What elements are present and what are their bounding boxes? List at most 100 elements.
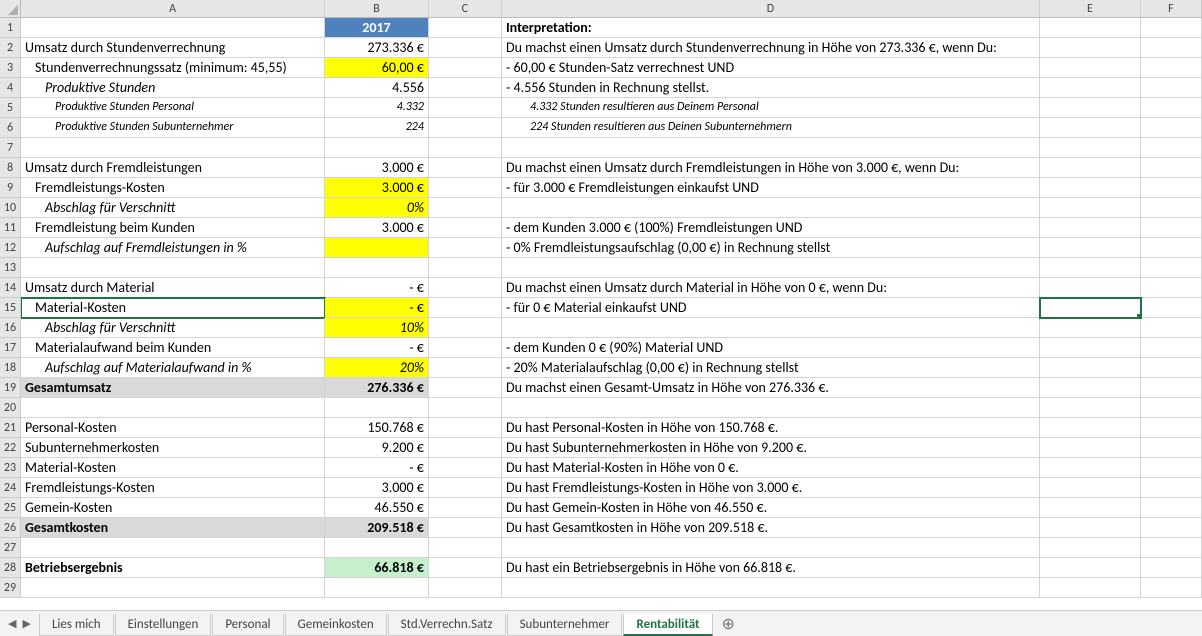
cell-A8[interactable]: Umsatz durch Fremdleistungen bbox=[21, 158, 325, 178]
cell-B14[interactable]: - € bbox=[325, 278, 429, 298]
cell-F9[interactable] bbox=[1141, 178, 1202, 198]
cell-F20[interactable] bbox=[1141, 398, 1202, 418]
cell-B8[interactable]: 3.000 € bbox=[325, 158, 429, 178]
cell-D8[interactable]: Du machst einen Umsatz durch Fremdleistu… bbox=[502, 158, 1040, 178]
cell-C4[interactable] bbox=[429, 78, 502, 98]
cell-B4[interactable]: 4.556 bbox=[325, 78, 429, 98]
cell-F21[interactable] bbox=[1141, 418, 1202, 438]
cell-C28[interactable] bbox=[429, 558, 502, 578]
cell-A23[interactable]: Material-Kosten bbox=[21, 458, 325, 478]
cell-D10[interactable] bbox=[502, 198, 1040, 218]
cell-F11[interactable] bbox=[1141, 218, 1202, 238]
cell-D17[interactable]: - dem Kunden 0 € (90%) Material UND bbox=[502, 338, 1040, 358]
cell-B12[interactable] bbox=[325, 238, 429, 258]
cell-E7[interactable] bbox=[1040, 138, 1141, 158]
cell-E9[interactable] bbox=[1040, 178, 1141, 198]
cell-D2[interactable]: Du machst einen Umsatz durch Stundenverr… bbox=[502, 38, 1040, 58]
cell-D13[interactable] bbox=[502, 258, 1040, 278]
cell-A16[interactable]: Abschlag für Verschnitt bbox=[21, 318, 325, 338]
cell-D21[interactable]: Du hast Personal-Kosten in Höhe von 150.… bbox=[502, 418, 1040, 438]
cell-F29[interactable] bbox=[1141, 578, 1202, 598]
cell-C5[interactable] bbox=[429, 98, 502, 118]
cell-E6[interactable] bbox=[1040, 118, 1141, 138]
cell-A25[interactable]: Gemein-Kosten bbox=[21, 498, 325, 518]
row-header-17[interactable]: 17 bbox=[0, 338, 21, 358]
cell-B16[interactable]: 10% bbox=[325, 318, 429, 338]
row-header-20[interactable]: 20 bbox=[0, 398, 21, 418]
cell-A15[interactable]: Material-Kosten bbox=[21, 298, 325, 318]
cell-B9[interactable]: 3.000 € bbox=[325, 178, 429, 198]
cell-B26[interactable]: 209.518 € bbox=[325, 518, 429, 538]
row-header-4[interactable]: 4 bbox=[0, 78, 21, 98]
cell-A22[interactable]: Subunternehmerkosten bbox=[21, 438, 325, 458]
row-header-26[interactable]: 26 bbox=[0, 518, 21, 538]
cell-D12[interactable]: - 0% Fremdleistungsaufschlag (0,00 €) in… bbox=[502, 238, 1040, 258]
cell-A27[interactable] bbox=[21, 538, 325, 558]
cell-F14[interactable] bbox=[1141, 278, 1202, 298]
row-header-9[interactable]: 9 bbox=[0, 178, 21, 198]
cell-B10[interactable]: 0% bbox=[325, 198, 429, 218]
cell-C3[interactable] bbox=[429, 58, 502, 78]
cell-E23[interactable] bbox=[1040, 458, 1141, 478]
cell-E19[interactable] bbox=[1040, 378, 1141, 398]
cell-E1[interactable] bbox=[1040, 18, 1141, 38]
cell-A1[interactable] bbox=[21, 18, 325, 38]
cell-A2[interactable]: Umsatz durch Stundenverrechnung bbox=[21, 38, 325, 58]
cell-B28[interactable]: 66.818 € bbox=[325, 558, 429, 578]
cell-F18[interactable] bbox=[1141, 358, 1202, 378]
cell-D18[interactable]: - 20% Materialaufschlag (0,00 €) in Rech… bbox=[502, 358, 1040, 378]
cell-A21[interactable]: Personal-Kosten bbox=[21, 418, 325, 438]
cell-B17[interactable]: - € bbox=[325, 338, 429, 358]
column-header-e[interactable]: E bbox=[1040, 0, 1141, 18]
column-header-f[interactable]: F bbox=[1141, 0, 1202, 18]
sheet-tab-gemeinkosten[interactable]: Gemeinkosten bbox=[285, 614, 387, 636]
cell-B29[interactable] bbox=[325, 578, 429, 598]
cell-B25[interactable]: 46.550 € bbox=[325, 498, 429, 518]
cell-F26[interactable] bbox=[1141, 518, 1202, 538]
row-header-1[interactable]: 1 bbox=[0, 18, 21, 38]
sheet-tab-einstellungen[interactable]: Einstellungen bbox=[115, 614, 212, 636]
cell-E4[interactable] bbox=[1040, 78, 1141, 98]
cell-A18[interactable]: Aufschlag auf Materialaufwand in % bbox=[21, 358, 325, 378]
row-header-18[interactable]: 18 bbox=[0, 358, 21, 378]
cell-F7[interactable] bbox=[1141, 138, 1202, 158]
cell-B2[interactable]: 273.336 € bbox=[325, 38, 429, 58]
cell-D16[interactable] bbox=[502, 318, 1040, 338]
cell-E8[interactable] bbox=[1040, 158, 1141, 178]
cell-C22[interactable] bbox=[429, 438, 502, 458]
cell-F1[interactable] bbox=[1141, 18, 1202, 38]
cell-D1[interactable]: Interpretation: bbox=[502, 18, 1040, 38]
cell-F19[interactable] bbox=[1141, 378, 1202, 398]
cell-C14[interactable] bbox=[429, 278, 502, 298]
cell-E11[interactable] bbox=[1040, 218, 1141, 238]
cell-E18[interactable] bbox=[1040, 358, 1141, 378]
column-header-d[interactable]: D bbox=[502, 0, 1040, 18]
row-header-25[interactable]: 25 bbox=[0, 498, 21, 518]
sheet-tab-subunternehmer[interactable]: Subunternehmer bbox=[507, 614, 623, 636]
row-header-16[interactable]: 16 bbox=[0, 318, 21, 338]
cell-C29[interactable] bbox=[429, 578, 502, 598]
cell-A3[interactable]: Stundenverrechnungssatz (minimum: 45,55) bbox=[21, 58, 325, 78]
cell-C15[interactable] bbox=[429, 298, 502, 318]
row-header-13[interactable]: 13 bbox=[0, 258, 21, 278]
cell-D7[interactable] bbox=[502, 138, 1040, 158]
cell-E25[interactable] bbox=[1040, 498, 1141, 518]
sheet-tab-rentabilit-t[interactable]: Rentabilität bbox=[623, 614, 712, 636]
cell-B18[interactable]: 20% bbox=[325, 358, 429, 378]
row-header-5[interactable]: 5 bbox=[0, 98, 21, 118]
cell-E24[interactable] bbox=[1040, 478, 1141, 498]
cell-B7[interactable] bbox=[325, 138, 429, 158]
cell-B20[interactable] bbox=[325, 398, 429, 418]
cell-E12[interactable] bbox=[1040, 238, 1141, 258]
cell-E28[interactable] bbox=[1040, 558, 1141, 578]
cell-A17[interactable]: Materialaufwand beim Kunden bbox=[21, 338, 325, 358]
cell-B6[interactable]: 224 bbox=[325, 118, 429, 138]
cell-F27[interactable] bbox=[1141, 538, 1202, 558]
row-header-8[interactable]: 8 bbox=[0, 158, 21, 178]
cell-A10[interactable]: Abschlag für Verschnitt bbox=[21, 198, 325, 218]
cell-E3[interactable] bbox=[1040, 58, 1141, 78]
cell-E13[interactable] bbox=[1040, 258, 1141, 278]
new-sheet-button[interactable]: ⊕ bbox=[714, 612, 743, 636]
cell-D28[interactable]: Du hast ein Betriebsergebnis in Höhe von… bbox=[502, 558, 1040, 578]
cell-E15[interactable] bbox=[1040, 298, 1141, 318]
